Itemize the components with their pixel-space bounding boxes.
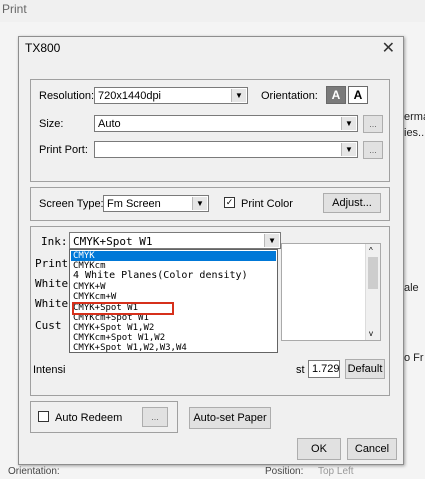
ink-option[interactable]: CMYK+Spot W1,W2 [71, 323, 276, 333]
auto-redeem-more-button[interactable]: ... [142, 407, 168, 427]
ink-option[interactable]: CMYK [71, 251, 276, 261]
print-port-dropdown[interactable]: ▼ [94, 141, 358, 158]
print-color-checkbox[interactable]: ✓ [224, 197, 235, 208]
chevron-up-icon[interactable]: ^ [369, 246, 373, 255]
ink-label: Ink: [41, 235, 68, 248]
ink-group: Ink: CMYK+Spot W1 ▼ Print White White Cu… [30, 226, 390, 396]
print-port-label: Print Port: [39, 144, 88, 156]
resolution-label: Resolution: [39, 90, 95, 102]
background-window-title: Print [2, 2, 27, 16]
auto-redeem-label: Auto Redeem [55, 412, 123, 424]
ok-button[interactable]: OK [297, 438, 341, 460]
background-position-label: Position: [265, 466, 304, 477]
portrait-orientation-button[interactable]: A [326, 86, 346, 104]
intensity-label: Intensi [33, 364, 66, 376]
chevron-down-icon[interactable]: v [369, 329, 373, 338]
background-label-2: ies... [404, 127, 425, 139]
orientation-label: Orientation: [261, 90, 318, 102]
vertical-scrollbar[interactable]: ^ v [365, 244, 380, 340]
background-label-4: o Fr [404, 352, 424, 364]
print-color-label: Print Color [241, 198, 293, 210]
ink-options-list[interactable]: CMYK CMYKcm 4 White Planes(Color density… [69, 249, 278, 353]
white-side-label-2: White [35, 297, 69, 310]
default-button[interactable]: Default [345, 359, 385, 379]
ink-option[interactable]: CMYKcm+W [71, 292, 276, 302]
chevron-down-icon: ▼ [341, 143, 356, 156]
size-dropdown[interactable]: Auto ▼ [94, 115, 358, 132]
size-more-button[interactable]: ... [363, 115, 383, 133]
ink-option[interactable]: 4 White Planes(Color density) [71, 271, 276, 281]
chevron-down-icon: ▼ [264, 234, 279, 247]
dialog-title: TX800 [25, 41, 61, 55]
ink-background-list: ^ v [281, 243, 381, 341]
ink-dropdown[interactable]: CMYK+Spot W1 ▼ [69, 232, 281, 249]
background-position-value: Top Left [318, 466, 354, 477]
background-orientation-label: Orientation: [8, 466, 60, 477]
print-side-label: Print [35, 257, 69, 270]
auto-redeem-group: Auto Redeem ... [30, 401, 178, 433]
background-bottom-row: Orientation: Position: Top Left [0, 466, 425, 479]
intensity-input[interactable]: 1.729 [308, 360, 340, 378]
screen-type-dropdown[interactable]: Fm Screen ▼ [103, 195, 209, 212]
chevron-down-icon: ▼ [231, 89, 246, 102]
landscape-icon: A [353, 88, 363, 102]
chevron-down-icon: ▼ [341, 117, 356, 130]
cancel-button[interactable]: Cancel [347, 438, 397, 460]
background-label-1: erma [404, 111, 425, 123]
custom-side-label: Cust [35, 319, 62, 332]
resolution-dropdown[interactable]: 720x1440dpi ▼ [94, 87, 248, 104]
background-label-3: ale [404, 282, 419, 294]
auto-redeem-checkbox[interactable] [38, 411, 49, 422]
print-port-more-button[interactable]: ... [363, 141, 383, 159]
highlight-box [72, 302, 174, 315]
ink-option[interactable]: CMYK+W [71, 282, 276, 292]
screen-type-group: Screen Type: Fm Screen ▼ ✓ Print Color A… [30, 187, 390, 221]
white-side-label-1: White [35, 277, 69, 290]
tx800-dialog: TX800 ✕ Resolution: 720x1440dpi ▼ Orient… [18, 36, 404, 465]
screen-type-value: Fm Screen [107, 198, 161, 210]
close-icon[interactable]: ✕ [382, 38, 395, 58]
adjust-button[interactable]: Adjust... [323, 193, 381, 213]
screen-type-label: Screen Type: [39, 198, 104, 210]
ink-option[interactable]: CMYK+Spot W1,W2,W3,W4 [71, 343, 276, 353]
ink-value: CMYK+Spot W1 [73, 235, 153, 248]
landscape-orientation-button[interactable]: A [348, 86, 368, 104]
scrollbar-thumb[interactable] [368, 257, 378, 289]
size-label: Size: [39, 118, 64, 130]
resolution-value: 720x1440dpi [98, 90, 162, 102]
portrait-icon: A [331, 88, 341, 102]
print-settings-group: Resolution: 720x1440dpi ▼ Orientation: A… [30, 79, 390, 182]
intensity-suffix-label: st [296, 364, 305, 376]
auto-set-paper-button[interactable]: Auto-set Paper [189, 407, 271, 429]
size-value: Auto [98, 118, 121, 130]
ink-option[interactable]: CMYKcm+Spot W1,W2 [71, 333, 276, 343]
chevron-down-icon: ▼ [192, 197, 207, 210]
